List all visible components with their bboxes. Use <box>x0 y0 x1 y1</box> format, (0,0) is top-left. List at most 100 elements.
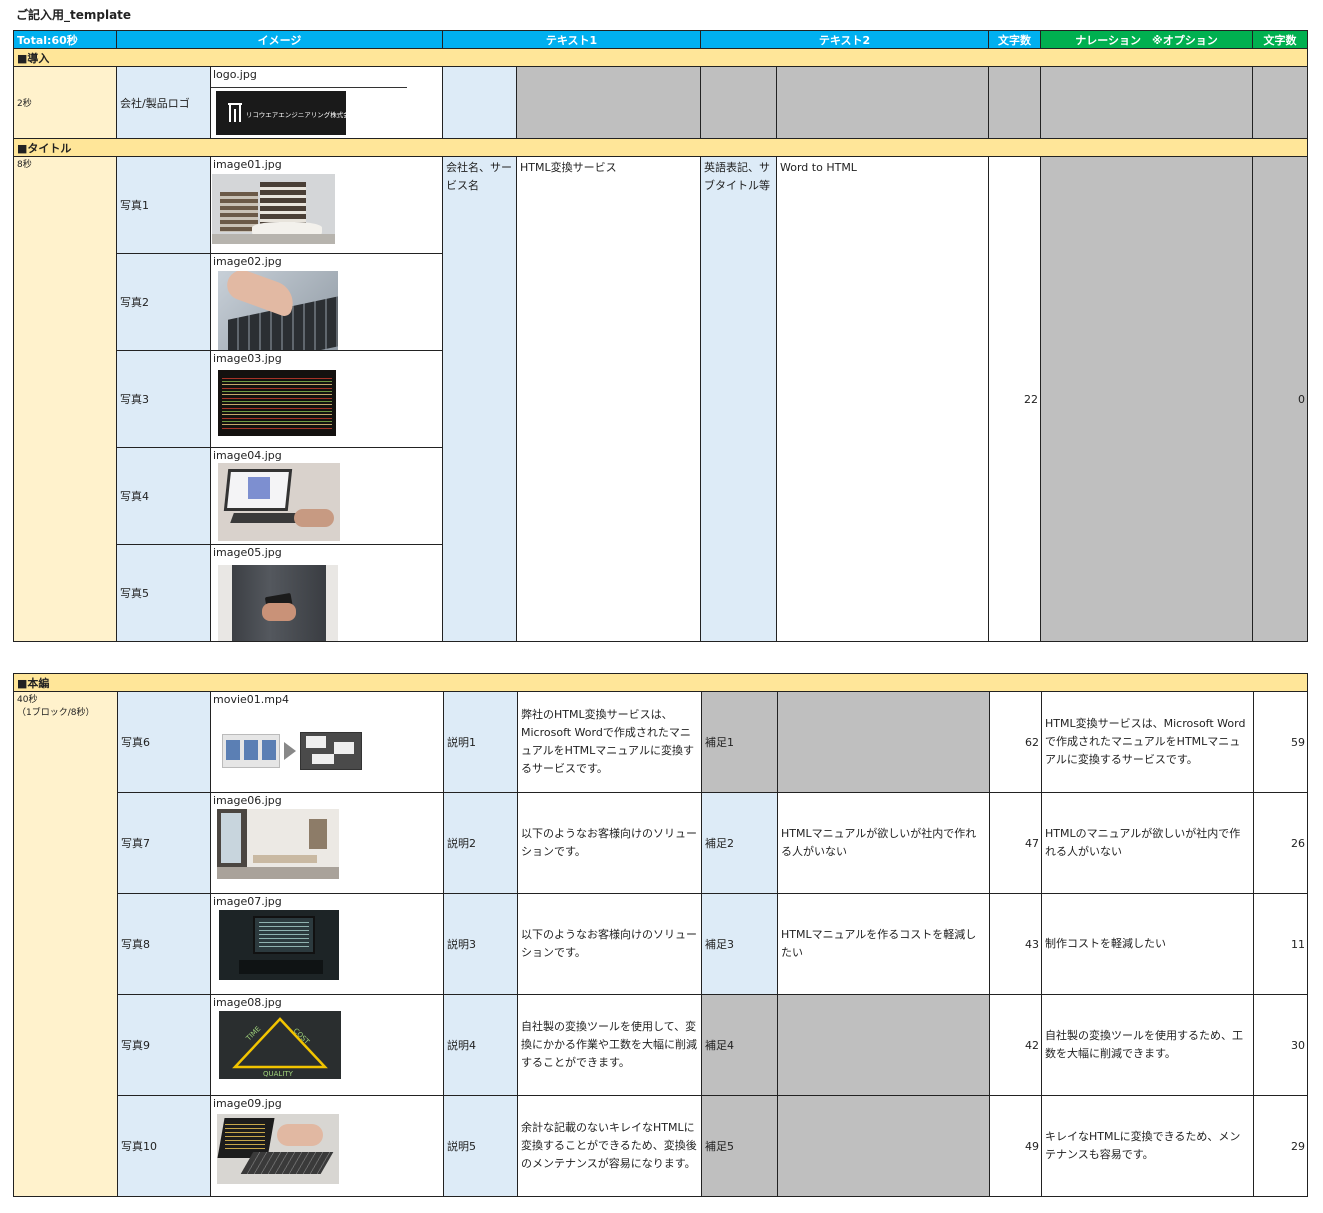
main-chars-5: 49 <box>989 1095 1042 1197</box>
main-photo-cell-5[interactable]: image09.jpg <box>210 1095 444 1197</box>
main-sup-1 <box>777 691 990 793</box>
photo-filename-1: image01.jpg <box>213 158 282 171</box>
photo-filename-2: image02.jpg <box>213 255 282 268</box>
header-text1: テキスト1 <box>441 30 702 49</box>
photo-cell-5[interactable]: image05.jpg <box>210 544 443 642</box>
main-row-4: 写真9 image08.jpg TIME COST QUALITY 説明4 自社… <box>14 994 1309 1096</box>
main-photo-label-5: 写真10 <box>117 1095 211 1197</box>
main-row-2: 写真7 image06.jpg 説明2 以下のようなお客様向けのソリューションで… <box>14 792 1309 894</box>
main-filename-4: image08.jpg <box>213 996 282 1009</box>
photo-filename-5: image05.jpg <box>213 546 282 559</box>
header-image: イメージ <box>116 30 443 49</box>
title-chars2: 0 <box>1252 156 1309 642</box>
main-photo-label-4: 写真9 <box>117 994 211 1096</box>
intro-text2-label <box>700 66 778 139</box>
main-narration-3[interactable]: 制作コストを軽減したい <box>1041 893 1254 995</box>
main-sup-4 <box>777 994 990 1096</box>
photo-cell-2[interactable]: image02.jpg <box>210 253 443 351</box>
main-chars-4: 42 <box>989 994 1042 1096</box>
main-filename-3: image07.jpg <box>213 895 282 908</box>
section-title: ■タイトル <box>12 138 1309 157</box>
main-narration-4[interactable]: 自社製の変換ツールを使用するため、工数を大幅に削減できます。 <box>1041 994 1254 1096</box>
intro-text1-value <box>515 66 702 139</box>
title-row-1: 8秒 写真1 image01.jpg 会社名、サービス名 HTML変換サービス … <box>13 156 1309 642</box>
main-narration-5[interactable]: キレイなHTMLに変換できるため、メンテナンスも容易です。 <box>1041 1095 1254 1197</box>
section-title-label: ■タイトル <box>12 138 1309 157</box>
title-text2-label: 英語表記、サブタイトル等 <box>700 156 778 642</box>
photo-label-1: 写真1 <box>116 156 211 254</box>
smartphone-photo <box>218 565 338 641</box>
main-sup-5 <box>777 1095 990 1197</box>
main-chars2-5: 29 <box>1252 1095 1309 1197</box>
main-desc-5[interactable]: 余計な記載のないキレイなHTMLに変換することができるため、変換後のメンテナンス… <box>517 1095 702 1197</box>
main-desc-1[interactable]: 弊社のHTML変換サービスは、Microsoft Wordで作成されたマニュアル… <box>517 691 702 793</box>
header-total: Total:60秒 <box>13 30 117 49</box>
main-desc-3[interactable]: 以下のようなお客様向けのソリューションです。 <box>517 893 702 995</box>
main-photo-label-1: 写真6 <box>117 691 211 793</box>
main-time: 40秒 （1ブロック/8秒） <box>13 691 118 1197</box>
title-text1-value[interactable]: HTML変換サービス <box>515 156 702 642</box>
header-chars: 文字数 <box>988 30 1042 49</box>
typing-laptop-photo <box>217 1114 339 1184</box>
logo-cell[interactable]: logo.jpg リコウエアエンジニアリング株式会社 <box>210 66 443 139</box>
main-chars2-1: 59 <box>1252 691 1309 793</box>
main-photo-cell-2[interactable]: image06.jpg <box>210 792 444 894</box>
main-filename-1: movie01.mp4 <box>213 693 289 706</box>
intro-row: 2秒 会社/製品ロゴ logo.jpg リコウエアエンジニアリング株式会社 <box>13 66 1309 139</box>
office-room-photo <box>217 809 339 879</box>
intro-chars2 <box>1252 66 1309 139</box>
main-chars2-3: 11 <box>1252 893 1309 995</box>
section-main-label: ■本編 <box>12 673 1309 692</box>
main-desc-label-2: 説明2 <box>443 792 518 894</box>
sheet-title: ご記入用_template <box>16 8 132 22</box>
main-sup-label-3: 補足3 <box>701 893 778 995</box>
section-main: ■本編 <box>12 673 1309 692</box>
main-chars2-2: 26 <box>1252 792 1309 894</box>
main-narration-2[interactable]: HTMLのマニュアルが欲しいが社内で作れる人がいない <box>1041 792 1254 894</box>
main-filename-5: image09.jpg <box>213 1097 282 1110</box>
main-desc-label-1: 説明1 <box>443 691 518 793</box>
main-sup-2[interactable]: HTMLマニュアルが欲しいが社内で作れる人がいない <box>777 792 990 894</box>
photo-cell-1[interactable]: image01.jpg <box>210 156 443 254</box>
title-text2-value[interactable]: Word to HTML <box>776 156 990 642</box>
header-text2: テキスト2 <box>700 30 990 49</box>
main-photo-cell-1[interactable]: movie01.mp4 <box>210 691 444 793</box>
main-photo-label-3: 写真8 <box>117 893 211 995</box>
storyboard-table-main: ■本編 40秒 （1ブロック/8秒） 写真6 movie01.mp4 説明1 弊… <box>12 673 1309 1197</box>
svg-text:QUALITY: QUALITY <box>263 1070 294 1078</box>
main-sup-label-1: 補足1 <box>701 691 778 793</box>
word-to-html-icon <box>222 732 362 772</box>
intro-text1-label <box>442 66 517 139</box>
intro-text2-value <box>776 66 990 139</box>
photo-cell-3[interactable]: image03.jpg <box>210 350 443 448</box>
triangle-chalkboard-photo: TIME COST QUALITY <box>219 1011 341 1079</box>
header-narration: ナレーション ※オプション <box>1040 30 1254 49</box>
title-text1-label: 会社名、サービス名 <box>442 156 517 642</box>
logo-filename: logo.jpg <box>213 68 257 81</box>
photo-cell-4[interactable]: image04.jpg <box>210 447 443 545</box>
main-photo-cell-3[interactable]: image07.jpg <box>210 893 444 995</box>
header-chars2: 文字数 <box>1252 30 1309 49</box>
title-narration <box>1040 156 1254 642</box>
main-sup-label-4: 補足4 <box>701 994 778 1096</box>
main-photo-cell-4[interactable]: image08.jpg TIME COST QUALITY <box>210 994 444 1096</box>
svg-text:リコウエアエンジニアリング株式会社: リコウエアエンジニアリング株式会社 <box>246 110 346 119</box>
main-sup-label-5: 補足5 <box>701 1095 778 1197</box>
header-row: Total:60秒 イメージ テキスト1 テキスト2 文字数 ナレーション ※オ… <box>13 30 1309 49</box>
main-chars-2: 47 <box>989 792 1042 894</box>
main-row-1: 40秒 （1ブロック/8秒） 写真6 movie01.mp4 説明1 弊社のHT… <box>13 691 1309 1197</box>
main-sup-3[interactable]: HTMLマニュアルを作るコストを軽減したい <box>777 893 990 995</box>
main-row-3: 写真8 image07.jpg 説明3 以下のようなお客様向けのソリューションで… <box>14 893 1309 995</box>
main-filename-2: image06.jpg <box>213 794 282 807</box>
books-photo <box>212 174 335 244</box>
main-chars-3: 43 <box>989 893 1042 995</box>
main-desc-2[interactable]: 以下のようなお客様向けのソリューションです。 <box>517 792 702 894</box>
photo-filename-4: image04.jpg <box>213 449 282 462</box>
main-desc-label-3: 説明3 <box>443 893 518 995</box>
main-desc-4[interactable]: 自社製の変換ツールを使用して、変換にかかる作業や工数を大幅に削減することができま… <box>517 994 702 1096</box>
main-narration-1[interactable]: HTML変換サービスは、Microsoft Wordで作成されたマニュアルをHT… <box>1041 691 1254 793</box>
title-chars: 22 <box>988 156 1042 642</box>
keyboard-photo <box>218 271 338 350</box>
laptop-photo <box>218 463 340 541</box>
section-intro-label: ■導入 <box>12 48 1309 67</box>
